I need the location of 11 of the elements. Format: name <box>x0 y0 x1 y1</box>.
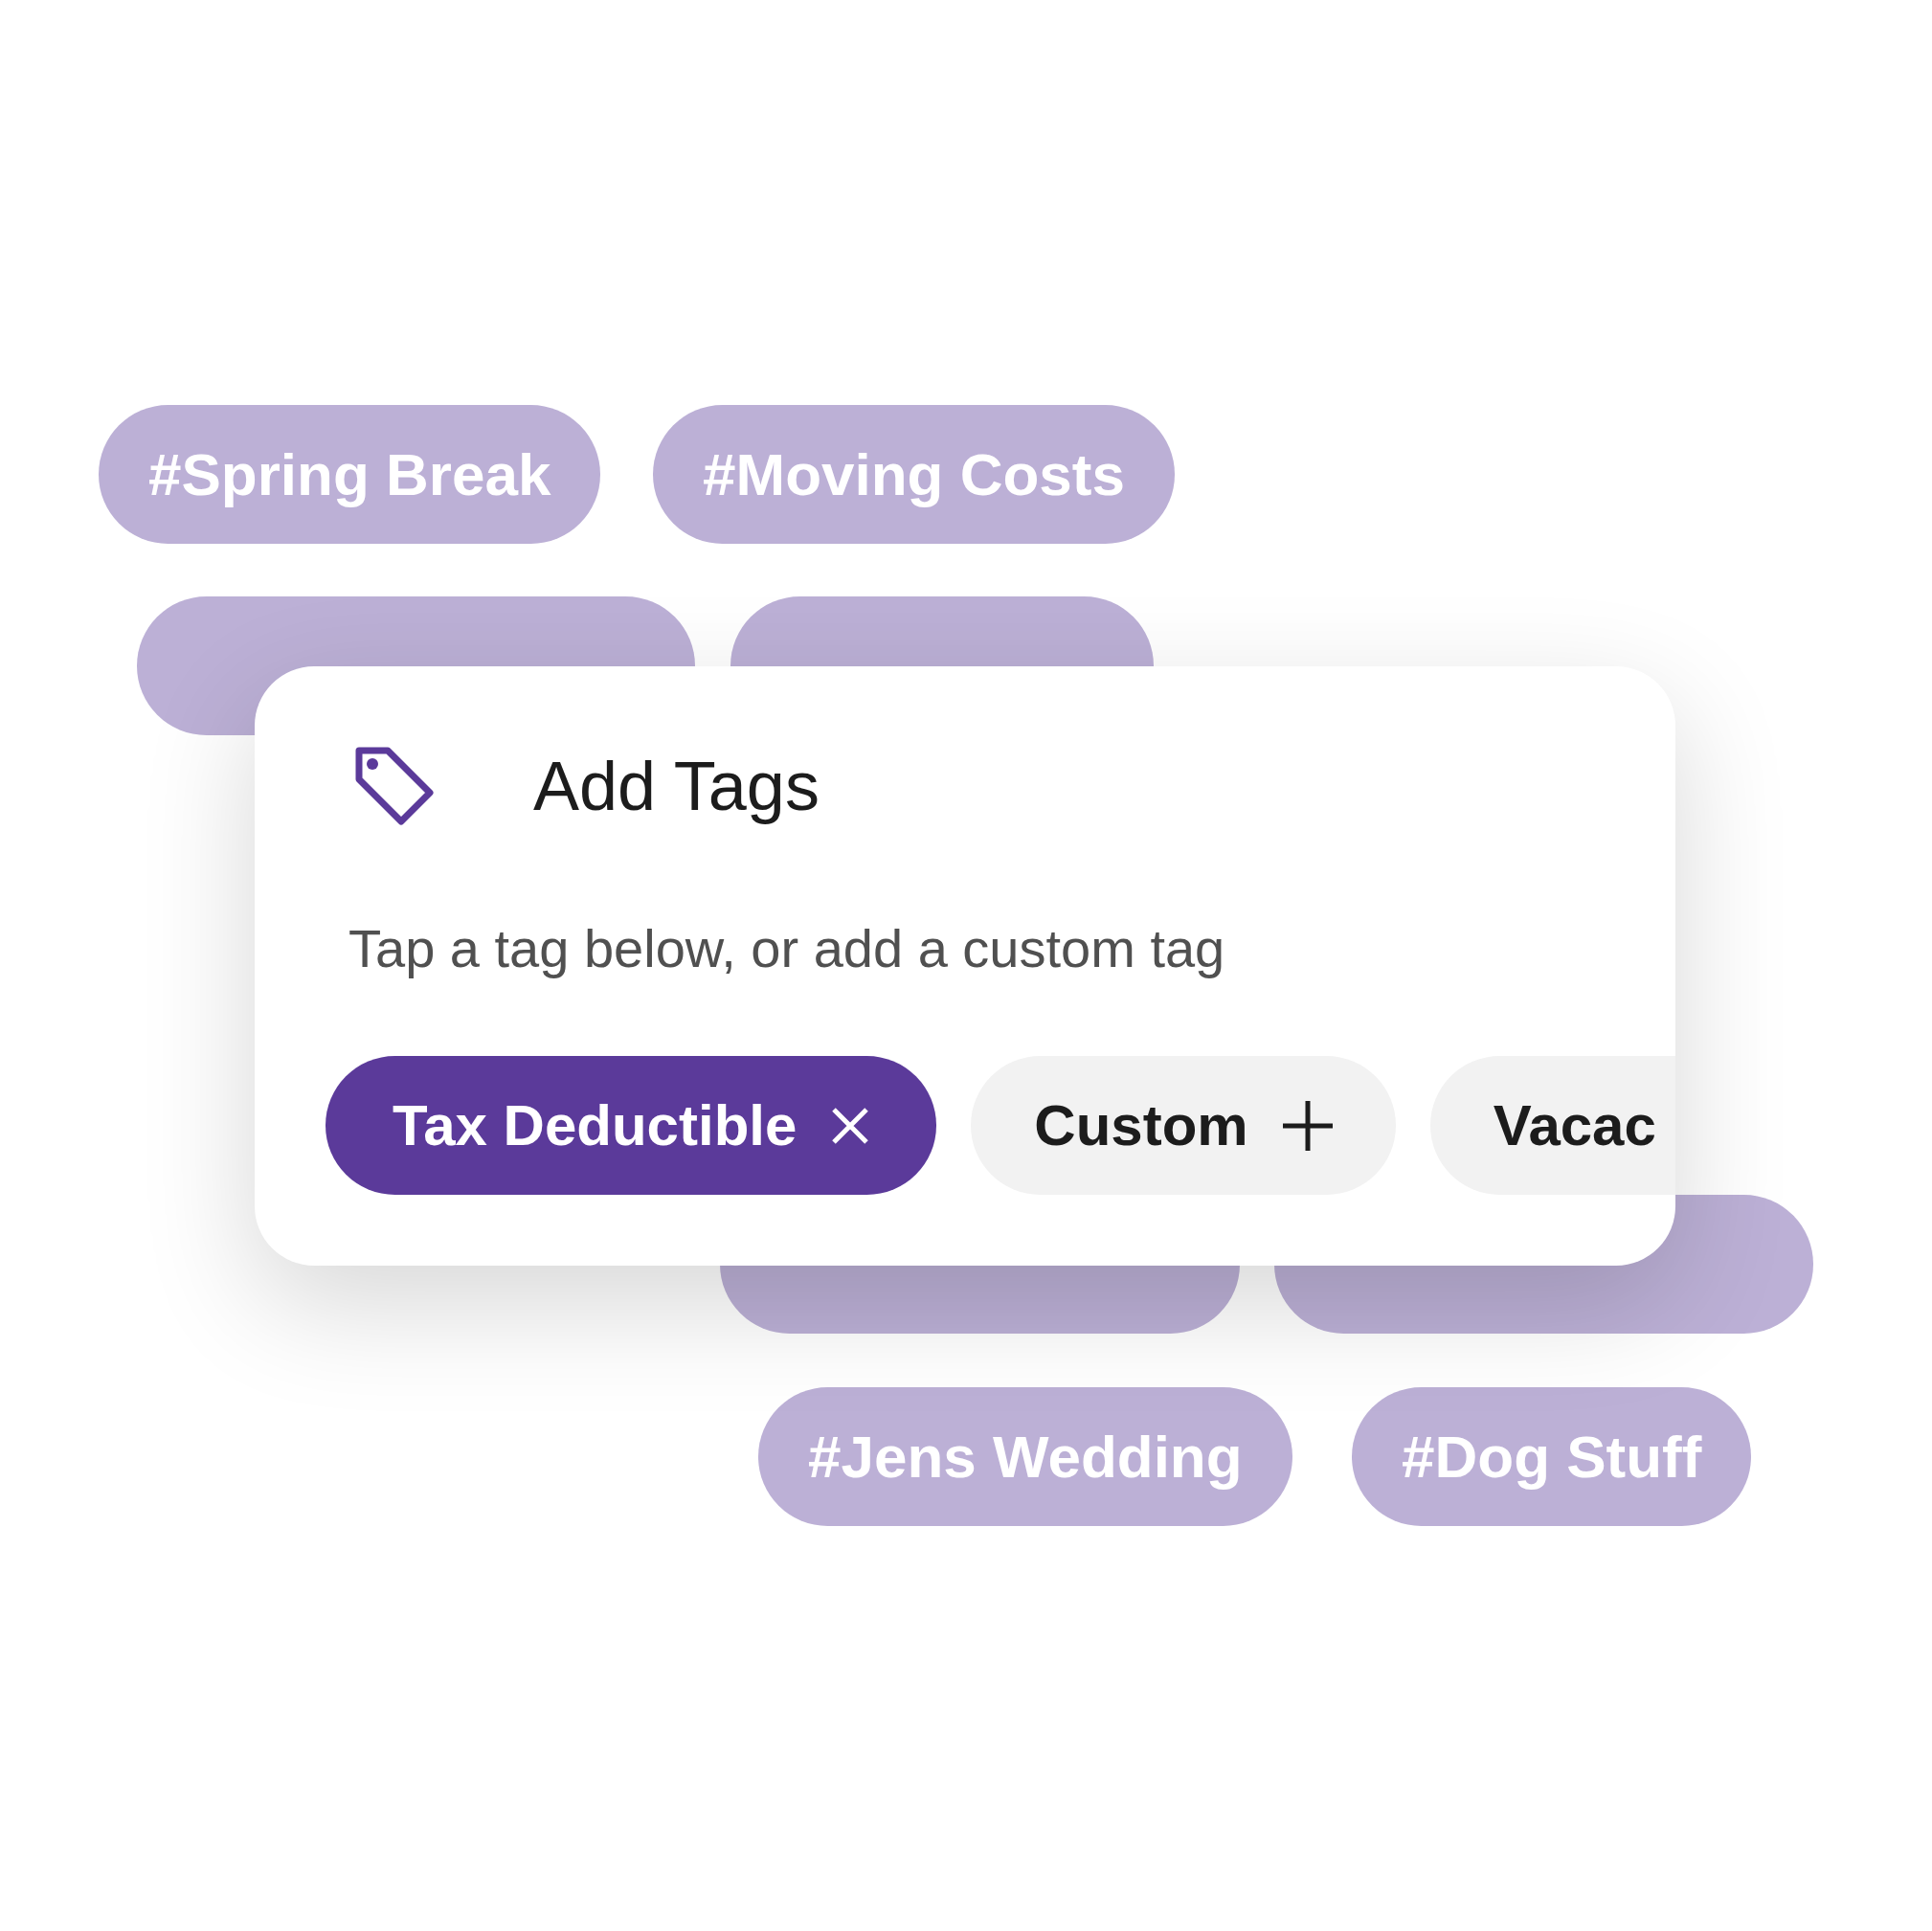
tag-pill: #Moving Costs <box>653 405 1175 544</box>
dialog-subtitle: Tap a tag below, or add a custom tag <box>348 917 1226 979</box>
plus-icon <box>1282 1100 1333 1151</box>
tag-pill: #Dog Stuff <box>1352 1387 1752 1526</box>
tag-pill: #Jens Wedding <box>758 1387 1292 1526</box>
dialog-title: Add Tags <box>533 747 820 825</box>
tag-chip[interactable]: Tax Deductible <box>326 1056 937 1195</box>
tag-pill: #Spring Break <box>99 405 601 544</box>
tag-chip[interactable]: Custom <box>971 1056 1396 1195</box>
close-icon <box>831 1106 870 1145</box>
tag-chip[interactable]: Vacac <box>1429 1056 1675 1195</box>
